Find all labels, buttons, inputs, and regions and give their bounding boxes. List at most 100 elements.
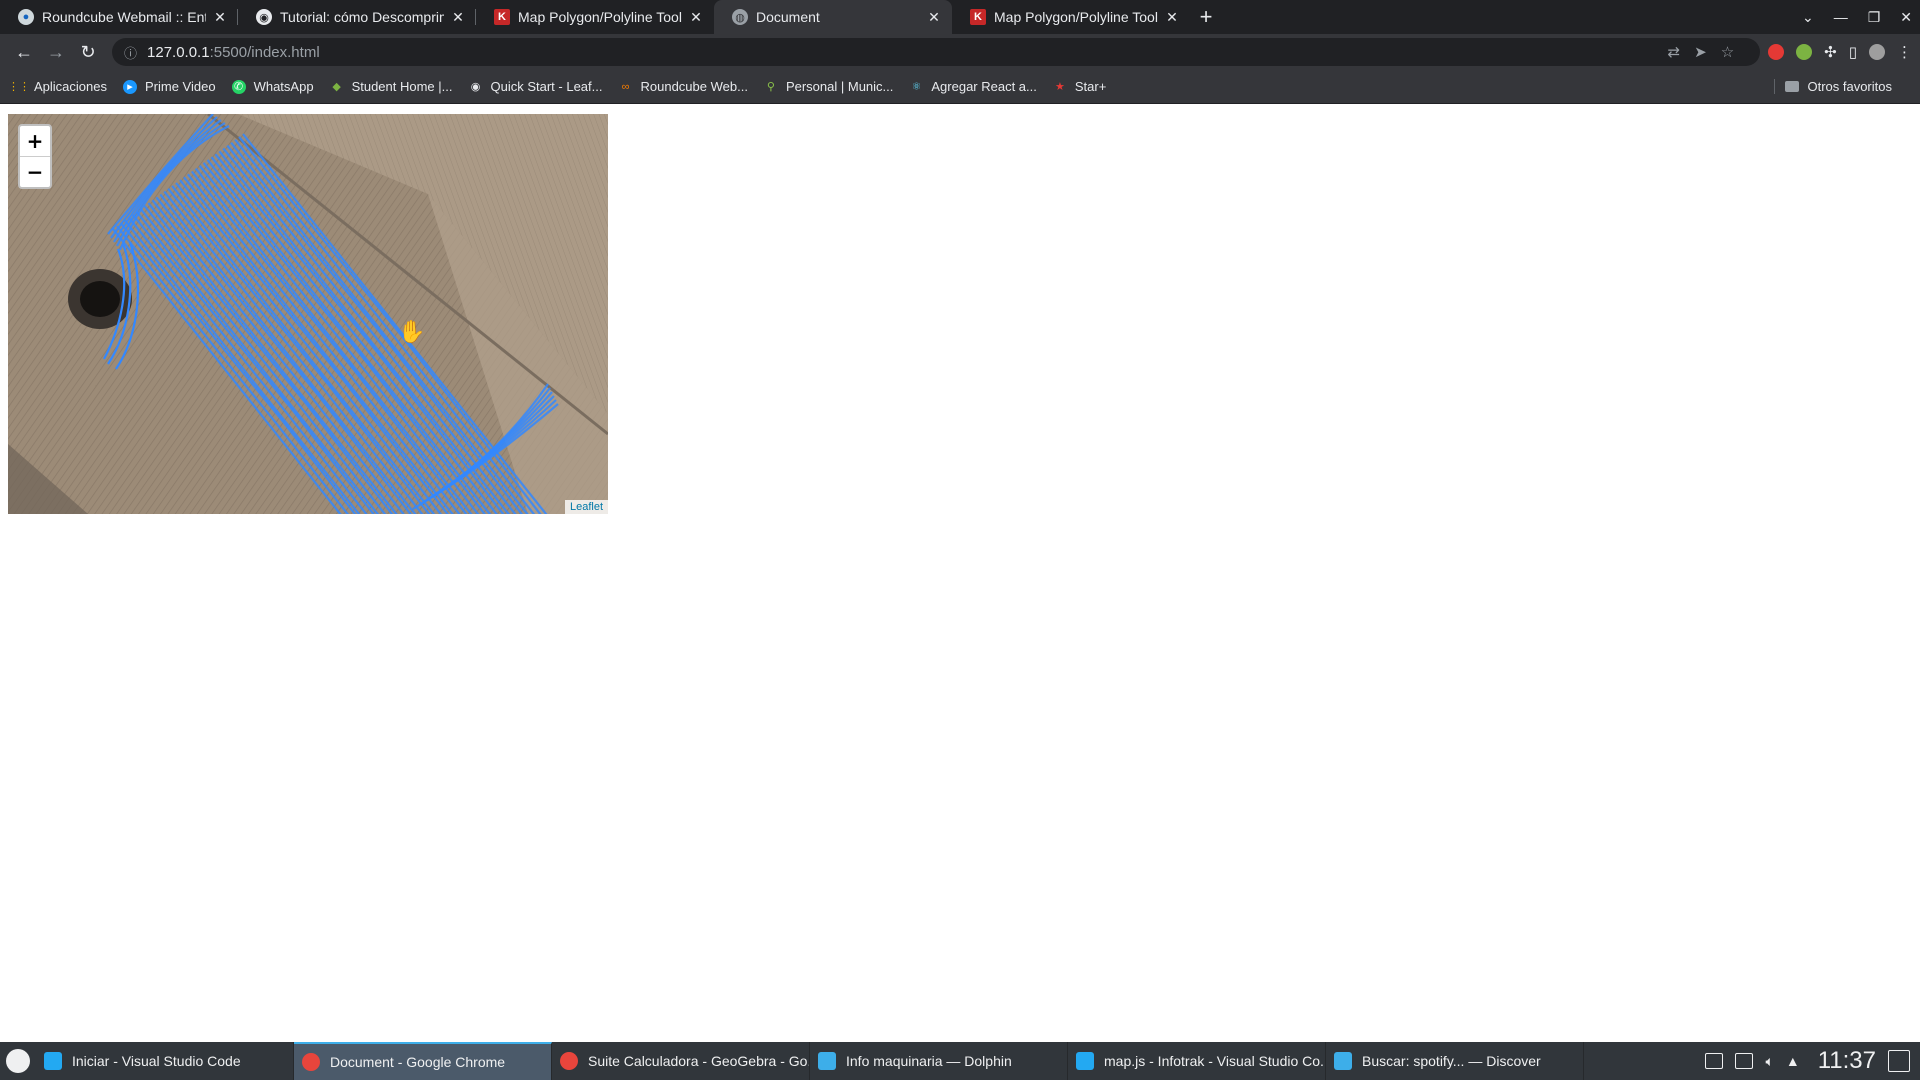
send-icon[interactable]: ➤ xyxy=(1694,43,1707,61)
task-label: Suite Calculadora - GeoGebra - Go... xyxy=(588,1053,810,1069)
extension-red-icon[interactable] xyxy=(1768,44,1785,60)
bookmark-react[interactable]: ⚛ Agregar React a... xyxy=(909,79,1037,94)
attribution-link[interactable]: Leaflet xyxy=(564,500,608,514)
bookmark-label: Quick Start - Leaf... xyxy=(490,79,603,94)
bookmark-personal[interactable]: ⚲ Personal | Munic... xyxy=(764,79,893,94)
omnibox-actions: ⇄ ➤ ☆ xyxy=(1668,43,1735,61)
launcher-icon xyxy=(6,1049,30,1073)
bookmarks-bar: ⋮⋮ Aplicaciones ▸ Prime Video ✆ WhatsApp… xyxy=(0,70,1920,104)
github-icon: ◉ xyxy=(256,9,272,25)
tab-document[interactable]: ◍ Document ✕ xyxy=(714,0,952,34)
side-panel-icon[interactable]: ▯ xyxy=(1849,43,1857,61)
close-icon[interactable]: ✕ xyxy=(212,9,228,26)
tab-title: Map Polygon/Polyline Tool xyxy=(994,9,1158,25)
bookmark-star-plus[interactable]: ★ Star+ xyxy=(1053,79,1106,94)
tab-map-tool-2[interactable]: K Map Polygon/Polyline Tool ✕ xyxy=(952,0,1190,34)
close-icon[interactable]: ✕ xyxy=(450,9,466,26)
vscode-icon xyxy=(1076,1052,1094,1070)
window-controls: ⌄ — ❐ ✕ xyxy=(1802,0,1912,34)
puzzle-icon[interactable]: ✣ xyxy=(1824,43,1837,61)
bookmark-whatsapp[interactable]: ✆ WhatsApp xyxy=(231,79,314,94)
close-icon[interactable]: ✕ xyxy=(1164,9,1180,26)
task-label: Iniciar - Visual Studio Code xyxy=(72,1053,241,1069)
taskbar: Iniciar - Visual Studio Code Document - … xyxy=(0,1042,1920,1080)
bookmark-label: Personal | Munic... xyxy=(785,79,894,94)
tab-strip: ● Roundcube Webmail :: Entrad ✕ ◉ Tutori… xyxy=(0,0,1920,34)
leaflet-map[interactable]: + − Leaflet ✋ xyxy=(8,114,608,514)
roundcube-icon: ● xyxy=(18,9,34,25)
info-icon[interactable]: ⓘ xyxy=(124,43,137,62)
zoom-in-button[interactable]: + xyxy=(20,126,50,157)
minimize-icon[interactable]: — xyxy=(1834,9,1848,25)
tray-expand-icon[interactable]: ▲ xyxy=(1786,1053,1800,1069)
url-path: :5500/index.html xyxy=(209,43,320,61)
extension-green-icon[interactable] xyxy=(1796,44,1813,60)
star-icon: ★ xyxy=(1054,81,1065,93)
bookmark-label: Prime Video xyxy=(145,79,216,94)
discover-icon xyxy=(1334,1052,1352,1070)
whatsapp-icon: ✆ xyxy=(231,79,246,94)
task-discover[interactable]: Buscar: spotify... — Discover xyxy=(1326,1042,1584,1080)
restore-icon[interactable]: ❐ xyxy=(1868,9,1881,26)
task-vscode-map[interactable]: map.js - Infotrak - Visual Studio Co... xyxy=(1068,1042,1326,1080)
vscode-icon xyxy=(44,1052,62,1070)
clipboard-icon[interactable] xyxy=(1705,1053,1724,1069)
bookmark-quick-start[interactable]: ◉ Quick Start - Leaf... xyxy=(469,79,603,94)
tab-tutorial[interactable]: ◉ Tutorial: cómo Descomprimir ✕ xyxy=(238,0,476,34)
bookmark-prime-video[interactable]: ▸ Prime Video xyxy=(123,79,216,94)
show-desktop-icon[interactable] xyxy=(1888,1050,1910,1072)
address-toolbar: ← → ↻ ⓘ 127.0.0.1:5500/index.html ⇄ ➤ ☆ … xyxy=(0,34,1920,70)
task-dolphin[interactable]: Info maquinaria — Dolphin xyxy=(810,1042,1068,1080)
task-label: Document - Google Chrome xyxy=(330,1054,506,1070)
menu-kebab-icon[interactable]: ⋮ xyxy=(1897,43,1912,61)
folder-icon xyxy=(1785,81,1800,92)
k-icon: K xyxy=(970,9,986,25)
reload-button[interactable]: ↻ xyxy=(72,36,104,68)
task-label: map.js - Infotrak - Visual Studio Co... xyxy=(1104,1053,1326,1069)
forward-button[interactable]: → xyxy=(40,36,72,68)
react-icon: ⚛ xyxy=(911,81,922,93)
hand-cursor-icon: ✋ xyxy=(398,319,426,344)
task-label: Info maquinaria — Dolphin xyxy=(846,1053,1012,1069)
page-content: + − Leaflet ✋ xyxy=(0,105,1920,1042)
bookmark-label: Agregar React a... xyxy=(931,79,1037,94)
chrome-icon xyxy=(560,1052,578,1070)
close-icon[interactable]: ✕ xyxy=(688,9,704,26)
volume-icon[interactable]: 🔈︎ xyxy=(1765,1053,1773,1070)
bookmark-aplicaciones[interactable]: ⋮⋮ Aplicaciones xyxy=(8,79,107,94)
bookmark-student-home[interactable]: ◆ Student Home |... xyxy=(330,79,453,94)
new-tab-button[interactable]: + xyxy=(1190,0,1222,34)
bookmark-label: Aplicaciones xyxy=(34,79,107,94)
bookmark-star-icon[interactable]: ☆ xyxy=(1721,43,1734,61)
roundcube-icon: ∞ xyxy=(621,80,630,93)
task-vscode-iniciar[interactable]: Iniciar - Visual Studio Code xyxy=(36,1042,294,1080)
bookmark-roundcube[interactable]: ∞ Roundcube Web... xyxy=(619,79,748,94)
tab-title: Document xyxy=(756,9,820,25)
avatar[interactable] xyxy=(1869,44,1885,60)
task-chrome-geogebra[interactable]: Suite Calculadora - GeoGebra - Go... xyxy=(552,1042,810,1080)
bookmark-label: Student Home |... xyxy=(351,79,453,94)
github-icon: ◉ xyxy=(470,81,481,93)
task-chrome-document[interactable]: Document - Google Chrome xyxy=(294,1042,552,1080)
address-bar[interactable]: ⓘ 127.0.0.1:5500/index.html ⇄ ➤ ☆ xyxy=(112,38,1761,66)
tab-title: Map Polygon/Polyline Tool xyxy=(518,9,682,25)
zoom-control: + − xyxy=(18,124,52,189)
zoom-out-button[interactable]: − xyxy=(20,157,50,187)
tab-search-icon[interactable]: ⌄ xyxy=(1802,9,1814,26)
close-icon[interactable]: ✕ xyxy=(926,9,942,26)
tab-map-tool-1[interactable]: K Map Polygon/Polyline Tool ✕ xyxy=(476,0,714,34)
other-bookmarks-label: Otros favoritos xyxy=(1807,79,1892,94)
chrome-icon xyxy=(302,1053,320,1071)
translate-icon[interactable]: ⇄ xyxy=(1668,43,1681,61)
tab-roundcube[interactable]: ● Roundcube Webmail :: Entrad ✕ xyxy=(0,0,238,34)
back-button[interactable]: ← xyxy=(8,36,40,68)
app-launcher-button[interactable] xyxy=(0,1042,36,1080)
clock[interactable]: 11:37 xyxy=(1818,1047,1876,1075)
map-pin-icon: ⚲ xyxy=(766,81,775,93)
student-home-icon: ◆ xyxy=(332,81,341,93)
task-label: Buscar: spotify... — Discover xyxy=(1362,1053,1541,1069)
other-bookmarks[interactable]: Otros favoritos xyxy=(1774,79,1892,94)
globe-icon: ◍ xyxy=(732,9,748,25)
network-icon[interactable] xyxy=(1735,1053,1754,1069)
window-close-icon[interactable]: ✕ xyxy=(1900,9,1912,26)
